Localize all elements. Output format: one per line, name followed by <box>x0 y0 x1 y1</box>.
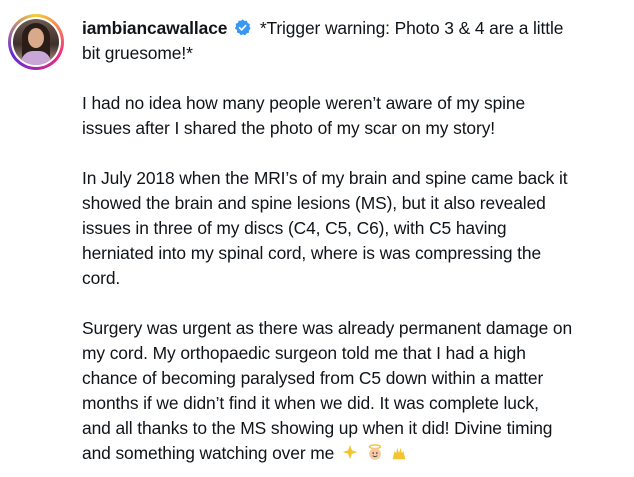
avatar <box>13 19 59 65</box>
verified-badge-icon <box>234 19 251 36</box>
caption-line: chance of becoming paralysed from C5 dow… <box>82 368 544 388</box>
instagram-caption-post: iambiancawallace *Trigger warning: Photo… <box>0 0 634 477</box>
caption-first-line: iambiancawallace *Trigger warning: Photo… <box>82 16 627 41</box>
caption-line: months if we didn’t find it when we did.… <box>82 393 539 413</box>
caption-line: issues after I shared the photo of my sc… <box>82 118 496 138</box>
caption-line: showed the brain and spine lesions (MS),… <box>82 193 546 213</box>
username-link[interactable]: iambiancawallace <box>82 18 227 38</box>
caption-line: and all thanks to the MS showing up when… <box>82 418 553 438</box>
caption-line: I had no idea how many people weren’t aw… <box>82 93 526 113</box>
caption-line: Surgery was urgent as there was already … <box>82 318 573 338</box>
caption-line: and something watching over me <box>82 443 335 463</box>
caption-line: bit gruesome!* <box>82 43 193 63</box>
caption-line: In July 2018 when the MRI’s of my brain … <box>82 168 568 188</box>
caption-last-line: and something watching over me <box>82 441 627 466</box>
caption-line: herniated into my spinal cord, where is … <box>82 243 542 263</box>
raised-hands-icon <box>393 447 406 460</box>
avatar-face <box>28 28 44 48</box>
caption-trigger-warning: *Trigger warning: Photo 3 & 4 are a litt… <box>259 18 564 38</box>
angel-icon <box>368 444 381 460</box>
avatar-border <box>11 17 61 67</box>
avatar-clothing <box>21 51 51 65</box>
profile-avatar-story-ring[interactable] <box>8 14 64 70</box>
caption-line: cord. <box>82 268 121 288</box>
caption-line: issues in three of my discs (C4, C5, C6)… <box>82 218 507 238</box>
sparkles-icon <box>342 444 358 460</box>
caption-line: my cord. My orthopaedic surgeon told me … <box>82 343 526 363</box>
caption-text: iambiancawallace *Trigger warning: Photo… <box>82 16 627 466</box>
